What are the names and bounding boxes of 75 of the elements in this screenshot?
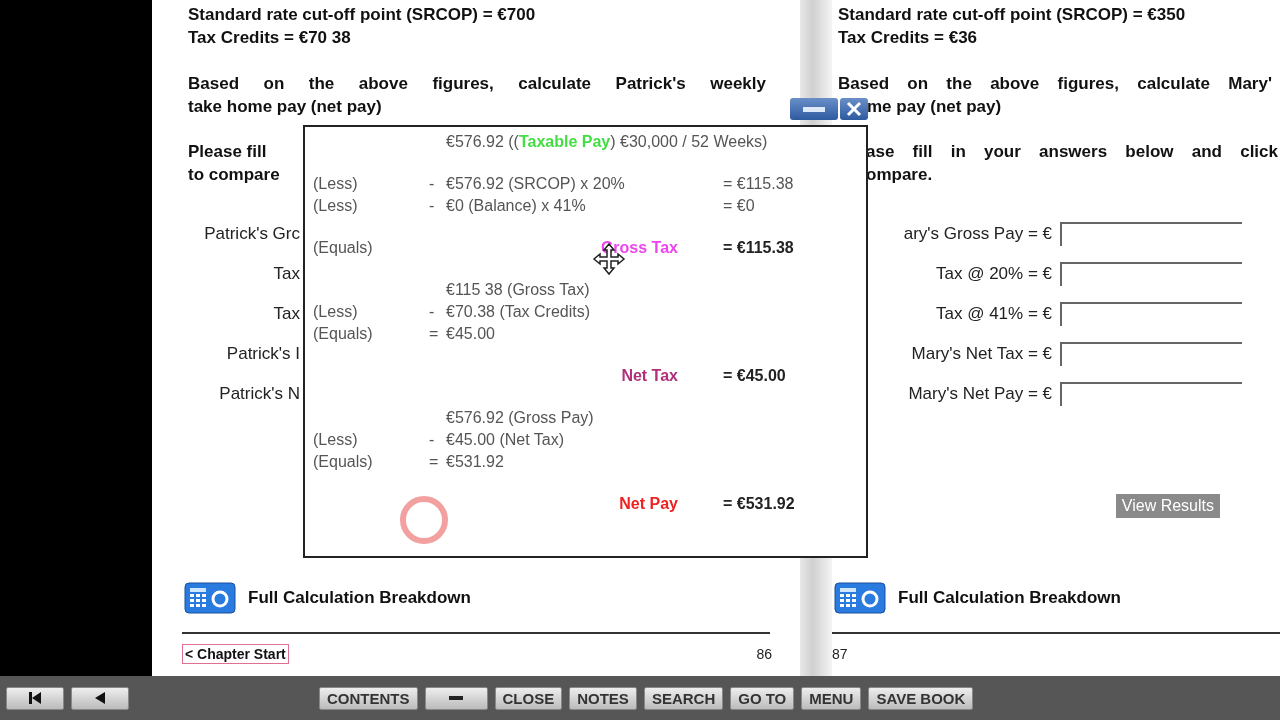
toolbar-button[interactable]: GO TO xyxy=(730,686,795,710)
fact-line: Tax Credits = €70 38 xyxy=(188,27,351,49)
operator: = xyxy=(429,325,440,343)
calculation-text: €45.00 xyxy=(446,325,496,343)
operator: = xyxy=(429,453,440,471)
instruction-line: ase fill in your answers below and click xyxy=(866,141,1278,163)
minimize-icon xyxy=(448,695,464,701)
calculation-text: €0 (Balance) x 41% xyxy=(446,197,587,215)
operator: - xyxy=(429,303,436,321)
previous-page-button[interactable] xyxy=(71,686,129,710)
question-line: Based on the above figures, calculate Patrick's weekly xyxy=(188,73,766,95)
row-label: (Equals) xyxy=(313,453,374,471)
field-label: Tax @ 41% = € xyxy=(936,304,1052,324)
calculation-text: €45.00 (Net Tax) xyxy=(446,431,565,449)
instruction-line: to compare xyxy=(188,164,280,186)
field-label: Patrick's N xyxy=(219,384,300,404)
question-line: take home pay (net pay) xyxy=(188,96,382,118)
toolbar-button[interactable]: NOTES xyxy=(569,686,637,710)
page-number: 86 xyxy=(756,646,772,662)
field-label: Tax xyxy=(273,304,300,324)
row-label: (Less) xyxy=(313,303,359,321)
field-label: Patrick's Grc xyxy=(204,224,300,244)
popup-minimize-button[interactable] xyxy=(790,98,838,120)
field-label: Tax @ 20% = € xyxy=(936,264,1052,284)
calculation-text: €115 38 (Gross Tax) xyxy=(446,281,591,299)
fact-line: Standard rate cut-off point (SRCOP) = €700 xyxy=(188,4,536,26)
total-result: = €531.92 xyxy=(722,495,796,513)
toolbar-button[interactable]: SEARCH xyxy=(643,686,724,710)
calculation-text: €531.92 xyxy=(446,453,505,471)
row-label: (Equals) xyxy=(313,325,374,343)
page-number: 87 xyxy=(832,646,848,662)
total-title: Net Pay xyxy=(618,495,679,513)
fact-line: Standard rate cut-off point (SRCOP) = €350 xyxy=(838,4,1186,26)
field-label: Tax xyxy=(273,264,300,284)
calculation-result: = €115.38 xyxy=(722,175,795,193)
field-label: Mary's Net Pay = € xyxy=(908,384,1052,404)
field-label: Patrick's I xyxy=(226,344,300,364)
field-label: Mary's Net Tax = € xyxy=(911,344,1052,364)
field-label: ary's Gross Pay = € xyxy=(903,224,1052,244)
calculation-result: = €0 xyxy=(722,197,756,215)
toolbar-button[interactable]: SAVE BOOK xyxy=(868,686,974,710)
total-title: Net Tax xyxy=(620,367,679,385)
row-label: (Equals) xyxy=(313,239,374,257)
minimize-icon xyxy=(802,105,826,113)
question-line: me pay (net pay) xyxy=(867,96,1002,118)
instruction-line: ompare. xyxy=(866,164,933,186)
first-page-button[interactable] xyxy=(6,686,64,710)
close-icon xyxy=(846,101,862,117)
calculation-breakdown-link[interactable]: Full Calculation Breakdown xyxy=(248,588,471,608)
total-result: = €45.00 xyxy=(722,367,787,385)
popup-close-button[interactable] xyxy=(840,98,868,120)
first-page-icon xyxy=(28,691,42,705)
row-label: (Less) xyxy=(313,175,359,193)
instruction-line: Please fill xyxy=(188,141,267,163)
minimize-button[interactable] xyxy=(424,686,488,710)
fact-line: Tax Credits = €36 xyxy=(838,27,978,49)
calculator-icon xyxy=(184,582,236,614)
operator: - xyxy=(429,197,436,215)
taxable-pay-line: €576.92 ((Taxable Pay) €30,000 / 52 Weeks) xyxy=(445,132,769,152)
previous-page-icon xyxy=(94,691,106,705)
toolbar-button[interactable]: CONTENTS xyxy=(319,686,418,710)
total-result: = €115.38 xyxy=(722,239,795,257)
question-line: Based on the above figures, calculate Mary' xyxy=(838,73,1272,95)
row-label: (Less) xyxy=(313,197,359,215)
calculation-text: €576.92 (Gross Pay) xyxy=(446,409,595,427)
calculation-text: €576.92 (SRCOP) x 20% xyxy=(446,175,626,193)
row-label: (Less) xyxy=(313,431,359,449)
toolbar-button[interactable]: CLOSE xyxy=(494,686,563,710)
calculation-breakdown-link[interactable]: Full Calculation Breakdown xyxy=(898,588,1121,608)
calculation-text: €70.38 (Tax Credits) xyxy=(446,303,592,321)
chapter-start-link[interactable]: < Chapter Start xyxy=(182,644,289,664)
operator: - xyxy=(429,431,436,449)
toolbar-button[interactable]: MENU xyxy=(801,686,862,710)
operator: - xyxy=(429,175,436,193)
click-ring-icon xyxy=(398,494,450,546)
